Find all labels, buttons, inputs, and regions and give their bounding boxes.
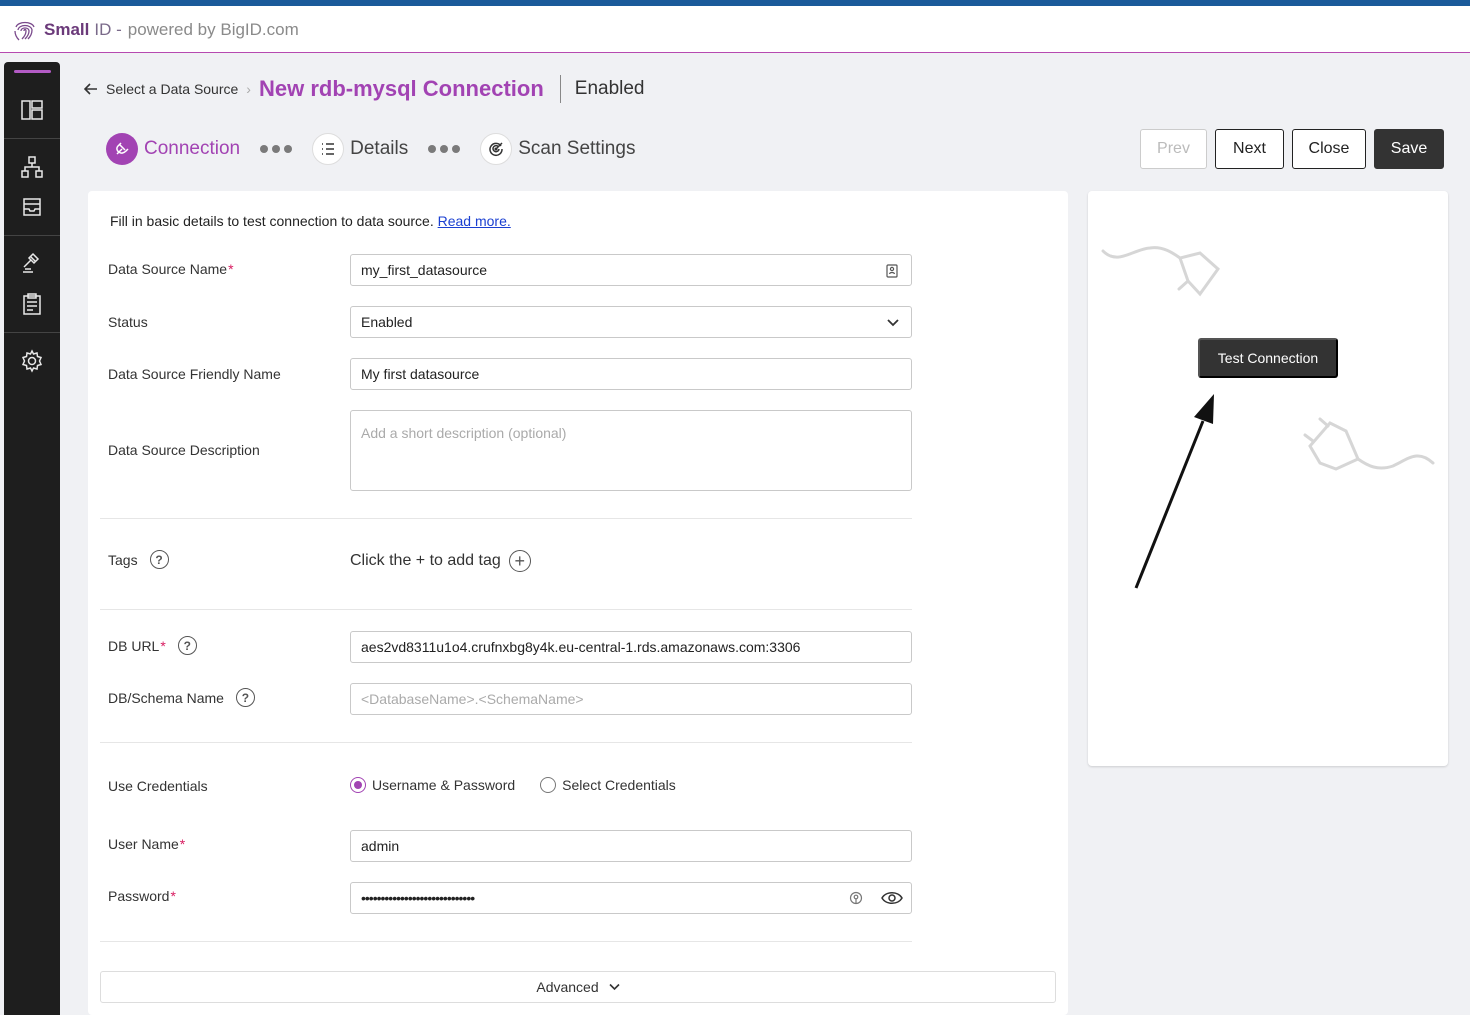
inbox-icon[interactable] [20, 195, 44, 219]
gavel-icon[interactable] [20, 252, 44, 276]
page-title: New rdb-mysql Connection [258, 76, 544, 101]
db-url-value: aes2vd8311u1o4.crufnxbg8y4k.eu-central-1… [361, 639, 801, 655]
brand[interactable]: Small ID - powered by BigID.com [12, 17, 299, 43]
password-label-text: Password [108, 888, 170, 904]
save-button[interactable]: Save [1374, 129, 1444, 169]
step-separator [428, 145, 461, 153]
user-name-label: User Name * [108, 836, 186, 852]
sidebar-divider [4, 235, 60, 236]
schema-name-label: DB/Schema Name ? [108, 688, 255, 707]
step-details[interactable]: Details [350, 138, 408, 160]
fingerprint-icon [14, 21, 35, 41]
chevron-down-icon [887, 319, 899, 327]
data-source-name-input[interactable]: my_first_datasource [350, 254, 912, 286]
credentials-radio-group: Username & Password Select Credentials [350, 777, 676, 793]
step-connection[interactable]: Connection [144, 138, 240, 160]
divider [100, 609, 912, 610]
hierarchy-icon[interactable] [20, 155, 44, 179]
data-source-name-label: Data Source Name * [108, 261, 234, 277]
add-tag-text: Click the + to add tag [350, 552, 501, 569]
gear-icon[interactable] [20, 349, 44, 373]
intro-text: Fill in basic details to test connection… [110, 213, 511, 229]
status-select-value: Enabled [361, 314, 413, 330]
eye-icon[interactable] [881, 890, 903, 906]
sidebar-divider [4, 138, 60, 139]
chevron-right-icon: › [246, 81, 251, 97]
test-connection-button[interactable]: Test Connection [1198, 338, 1338, 378]
dashboard-icon[interactable] [20, 98, 44, 122]
connection-form: Fill in basic details to test connection… [88, 191, 1068, 1015]
schema-name-placeholder: <DatabaseName>.<SchemaName> [361, 691, 584, 707]
db-url-label: DB URL * ? [108, 636, 197, 655]
password-label: Password * [108, 888, 176, 904]
advanced-label: Advanced [536, 979, 599, 995]
breadcrumb-link[interactable]: Select a Data Source [106, 81, 238, 97]
prev-button[interactable]: Prev [1140, 129, 1207, 169]
schema-name-label-text: DB/Schema Name [108, 689, 224, 706]
description-placeholder: Add a short description (optional) [361, 425, 567, 441]
chevron-down-icon [609, 983, 620, 991]
read-more-link[interactable]: Read more. [438, 213, 511, 229]
next-button[interactable]: Next [1215, 129, 1284, 169]
help-icon[interactable]: ? [149, 550, 169, 569]
divider [100, 518, 912, 519]
sidebar-divider [4, 332, 60, 333]
arrow-left-icon[interactable] [84, 82, 98, 96]
key-icon[interactable] [849, 891, 863, 907]
close-button[interactable]: Close [1292, 129, 1366, 169]
step-separator [260, 145, 293, 153]
test-connection-panel: Test Connection [1088, 191, 1448, 766]
radio-select-credentials-label[interactable]: Select Credentials [562, 777, 676, 793]
title-divider [559, 75, 561, 103]
breadcrumb: Select a Data Source › New rdb-mysql Con… [84, 74, 645, 104]
data-source-name-label-text: Data Source Name [108, 261, 228, 277]
sidebar-active-indicator [14, 70, 51, 73]
status-select[interactable]: Enabled [350, 306, 912, 338]
brand-name: Small [44, 20, 90, 39]
tags-label-text: Tags [108, 551, 138, 568]
use-credentials-label: Use Credentials [108, 778, 208, 794]
arrow-icon [1134, 394, 1214, 589]
brand-suffix: ID - [94, 20, 122, 39]
step-scan-settings[interactable]: Scan Settings [518, 138, 635, 160]
help-icon[interactable]: ? [235, 688, 255, 707]
radio-select-credentials[interactable] [540, 777, 557, 793]
wizard-stepper: Connection Details Scan Settings [106, 133, 635, 165]
description-textarea[interactable]: Add a short description (optional) [350, 410, 912, 491]
add-tag-hint: Click the + to add tag + [350, 550, 531, 572]
clipboard-icon[interactable] [20, 292, 44, 316]
plug-icon[interactable] [106, 133, 138, 165]
friendly-name-input[interactable]: My first datasource [350, 358, 912, 390]
advanced-toggle[interactable]: Advanced [100, 971, 1056, 1003]
plug-illustration [1101, 246, 1435, 589]
brand-tagline: powered by BigID.com [127, 20, 299, 39]
help-icon[interactable]: ? [177, 636, 197, 655]
password-input[interactable]: ••••••••••••••••••••••••••••• [350, 882, 912, 914]
status-text: Enabled [574, 78, 645, 99]
user-name-value: admin [361, 838, 400, 854]
db-url-input[interactable]: aes2vd8311u1o4.crufnxbg8y4k.eu-central-1… [350, 631, 912, 663]
divider [100, 941, 912, 942]
friendly-name-label: Data Source Friendly Name [108, 366, 281, 382]
radio-username-password[interactable] [350, 777, 366, 793]
password-value: ••••••••••••••••••••••••••••• [361, 890, 475, 906]
divider [100, 742, 912, 743]
schema-name-input[interactable]: <DatabaseName>.<SchemaName> [350, 683, 912, 715]
data-source-name-value: my_first_datasource [361, 262, 488, 278]
sidebar [4, 62, 60, 1015]
tags-label: Tags ? [108, 550, 169, 569]
status-label: Status [108, 314, 148, 330]
intro-description: Fill in basic details to test connection… [110, 213, 434, 229]
contact-card-icon [886, 264, 898, 278]
target-icon[interactable] [480, 133, 513, 165]
user-name-label-text: User Name [108, 836, 179, 852]
add-tag-plus-icon[interactable]: + [508, 550, 531, 572]
description-label: Data Source Description [108, 442, 260, 458]
user-name-input[interactable]: admin [350, 830, 912, 862]
list-icon[interactable] [312, 133, 345, 165]
db-url-label-text: DB URL [108, 637, 160, 654]
radio-username-password-label[interactable]: Username & Password [372, 777, 515, 793]
friendly-name-value: My first datasource [361, 366, 480, 382]
top-bar: Small ID - powered by BigID.com [0, 0, 1470, 53]
